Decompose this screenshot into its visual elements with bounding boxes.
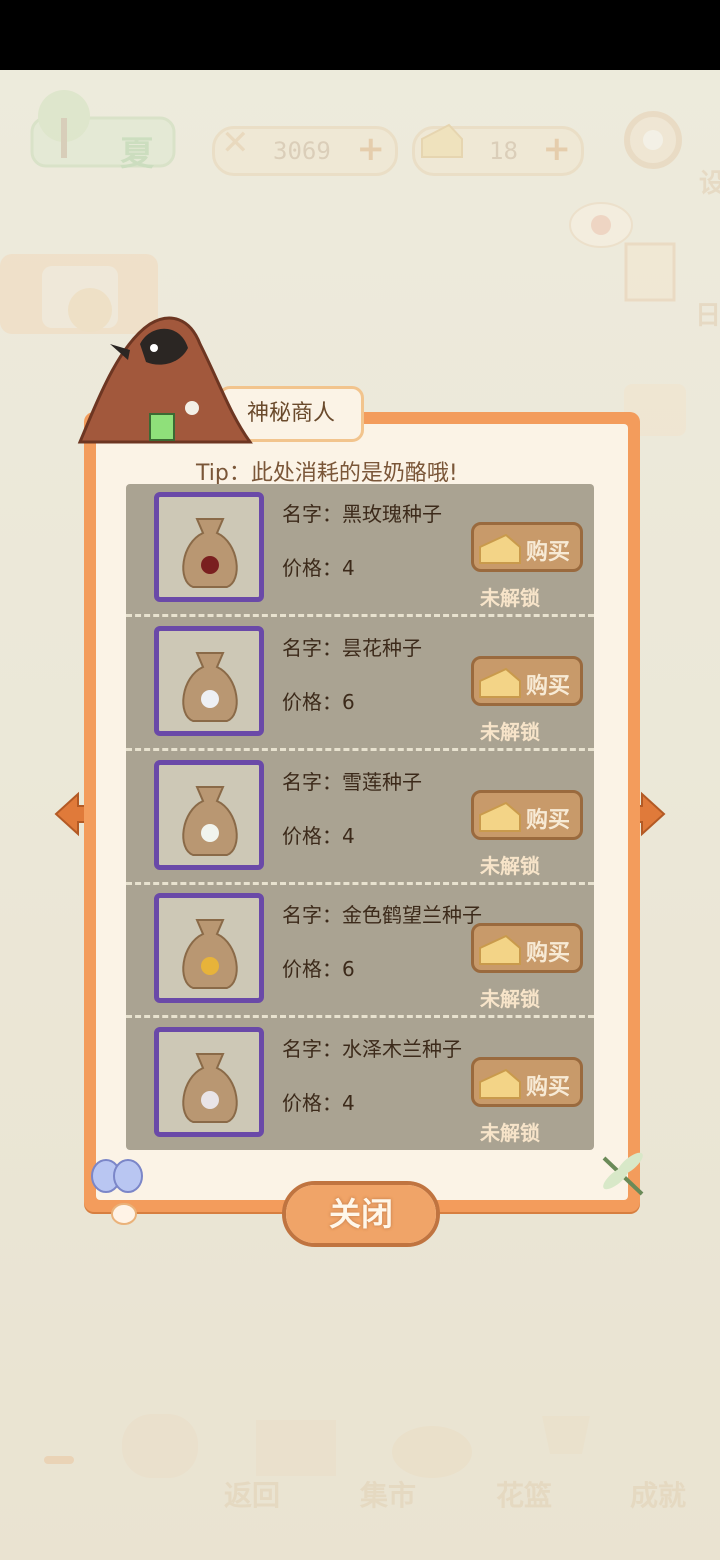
buy-label: 购买 (525, 808, 570, 833)
list-item: 名字：水泽木兰种子 价格：4 购买 未解锁 (126, 1019, 594, 1149)
item-price: 价格：6 (282, 690, 355, 714)
seed-bag-icon (182, 1053, 238, 1123)
flower-icon (201, 1091, 219, 1109)
lock-status: 未解锁 (480, 854, 540, 878)
item-thumbnail (154, 893, 264, 1003)
butterfly-decoration (90, 1156, 150, 1228)
item-price: 价格：6 (282, 957, 355, 981)
butterfly-icon (91, 1159, 143, 1225)
row-divider (126, 614, 594, 617)
buy-button[interactable]: 购买 (471, 656, 583, 706)
dragonfly-decoration (594, 1150, 654, 1202)
cheese-icon (479, 801, 521, 832)
item-name: 名字：金色鹤望兰种子 (282, 903, 482, 927)
list-item: 名字：雪莲种子 价格：4 购买 未解锁 (126, 752, 594, 885)
flower-icon (201, 824, 219, 842)
merchant-character (70, 304, 260, 454)
item-name: 名字：黑玫瑰种子 (282, 502, 442, 526)
lock-status: 未解锁 (480, 720, 540, 744)
item-thumbnail (154, 760, 264, 870)
seed-bag-icon (182, 786, 238, 856)
flower-icon (201, 690, 219, 708)
item-price: 价格：4 (282, 1091, 355, 1115)
item-name: 名字：雪莲种子 (282, 770, 422, 794)
cheese-icon (479, 667, 521, 698)
item-name: 名字：昙花种子 (282, 636, 422, 660)
cheese-icon (479, 533, 521, 564)
buy-label: 购买 (525, 941, 570, 966)
seed-bag-icon (182, 518, 238, 588)
buy-label: 购买 (525, 1075, 570, 1100)
close-label: 关闭 (286, 1185, 436, 1243)
item-price: 价格：4 (282, 556, 355, 580)
item-thumbnail (154, 492, 264, 602)
flower-icon (201, 957, 219, 975)
buy-label: 购买 (525, 674, 570, 699)
list-item: 名字：昙花种子 价格：6 购买 未解锁 (126, 618, 594, 751)
lock-status: 未解锁 (480, 586, 540, 610)
list-item: 名字：黑玫瑰种子 价格：4 购买 未解锁 (126, 484, 594, 617)
seed-bag-icon (182, 652, 238, 722)
seed-bag-icon (182, 919, 238, 989)
item-name: 名字：水泽木兰种子 (282, 1037, 462, 1061)
row-divider (126, 748, 594, 751)
buy-button[interactable]: 购买 (471, 522, 583, 572)
tip-text: Tip：此处消耗的是奶酪哦! (196, 461, 458, 486)
lock-status: 未解锁 (480, 1121, 540, 1145)
item-price: 价格：4 (282, 824, 355, 848)
buy-button[interactable]: 购买 (471, 790, 583, 840)
row-divider (126, 1015, 594, 1018)
lock-status: 未解锁 (480, 987, 540, 1011)
dragonfly-icon (602, 1152, 644, 1196)
buy-button[interactable]: 购买 (471, 1057, 583, 1107)
item-list[interactable]: 名字：黑玫瑰种子 价格：4 购买 未解锁 名字：昙花种子 价格：6 购买 未解锁 (126, 484, 594, 1150)
item-thumbnail (154, 626, 264, 736)
flower-icon (201, 556, 219, 574)
buy-label: 购买 (525, 540, 570, 565)
cheese-icon (479, 1068, 521, 1099)
close-button[interactable]: 关闭 (282, 1181, 440, 1247)
list-item: 名字：金色鹤望兰种子 价格：6 购买 未解锁 (126, 885, 594, 1018)
item-thumbnail (154, 1027, 264, 1137)
buy-button[interactable]: 购买 (471, 923, 583, 973)
cheese-icon (479, 934, 521, 965)
status-bar (0, 0, 720, 70)
